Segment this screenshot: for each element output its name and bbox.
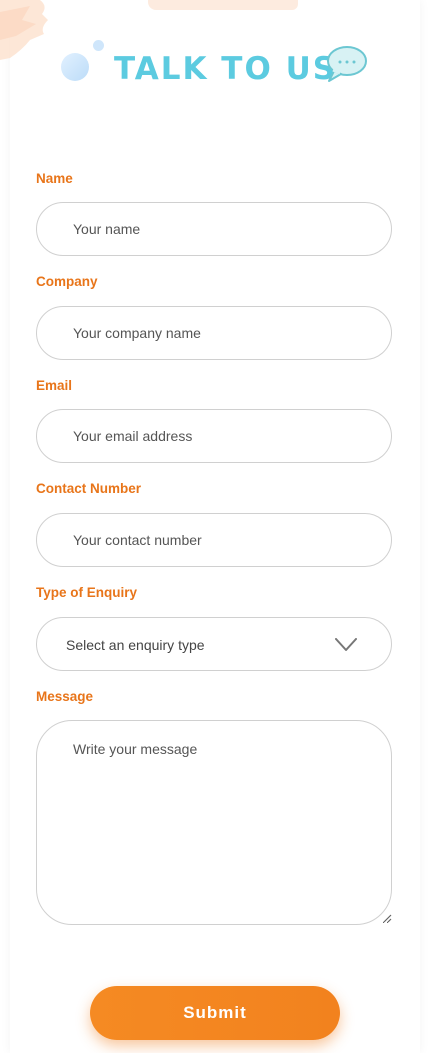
- name-input[interactable]: [36, 202, 392, 256]
- name-label: Name: [36, 171, 73, 186]
- company-label: Company: [36, 274, 98, 289]
- email-label: Email: [36, 378, 73, 393]
- decorative-bubble-icon: [61, 53, 89, 81]
- contact-number-input[interactable]: [36, 513, 392, 567]
- chevron-down-icon: [335, 638, 357, 651]
- submit-button[interactable]: Submit: [90, 986, 340, 1040]
- enquiry-type-label: Type of Enquiry: [36, 585, 138, 600]
- page-title: TALK TO US: [114, 51, 338, 87]
- message-textarea[interactable]: [36, 720, 392, 925]
- chat-bubble-icon: [327, 46, 367, 82]
- email-input[interactable]: [36, 409, 392, 463]
- decorative-brush-top: [148, 0, 298, 10]
- enquiry-type-selected-value: Select an enquiry type: [66, 637, 205, 653]
- decorative-small-bubble-icon: [93, 40, 104, 51]
- enquiry-type-select[interactable]: Select an enquiry type: [36, 617, 392, 671]
- page-header: TALK TO US: [0, 38, 430, 98]
- contact-number-label: Contact Number: [36, 481, 142, 496]
- company-input[interactable]: [36, 306, 392, 360]
- resize-grip-icon[interactable]: [382, 913, 392, 923]
- message-label: Message: [36, 689, 94, 704]
